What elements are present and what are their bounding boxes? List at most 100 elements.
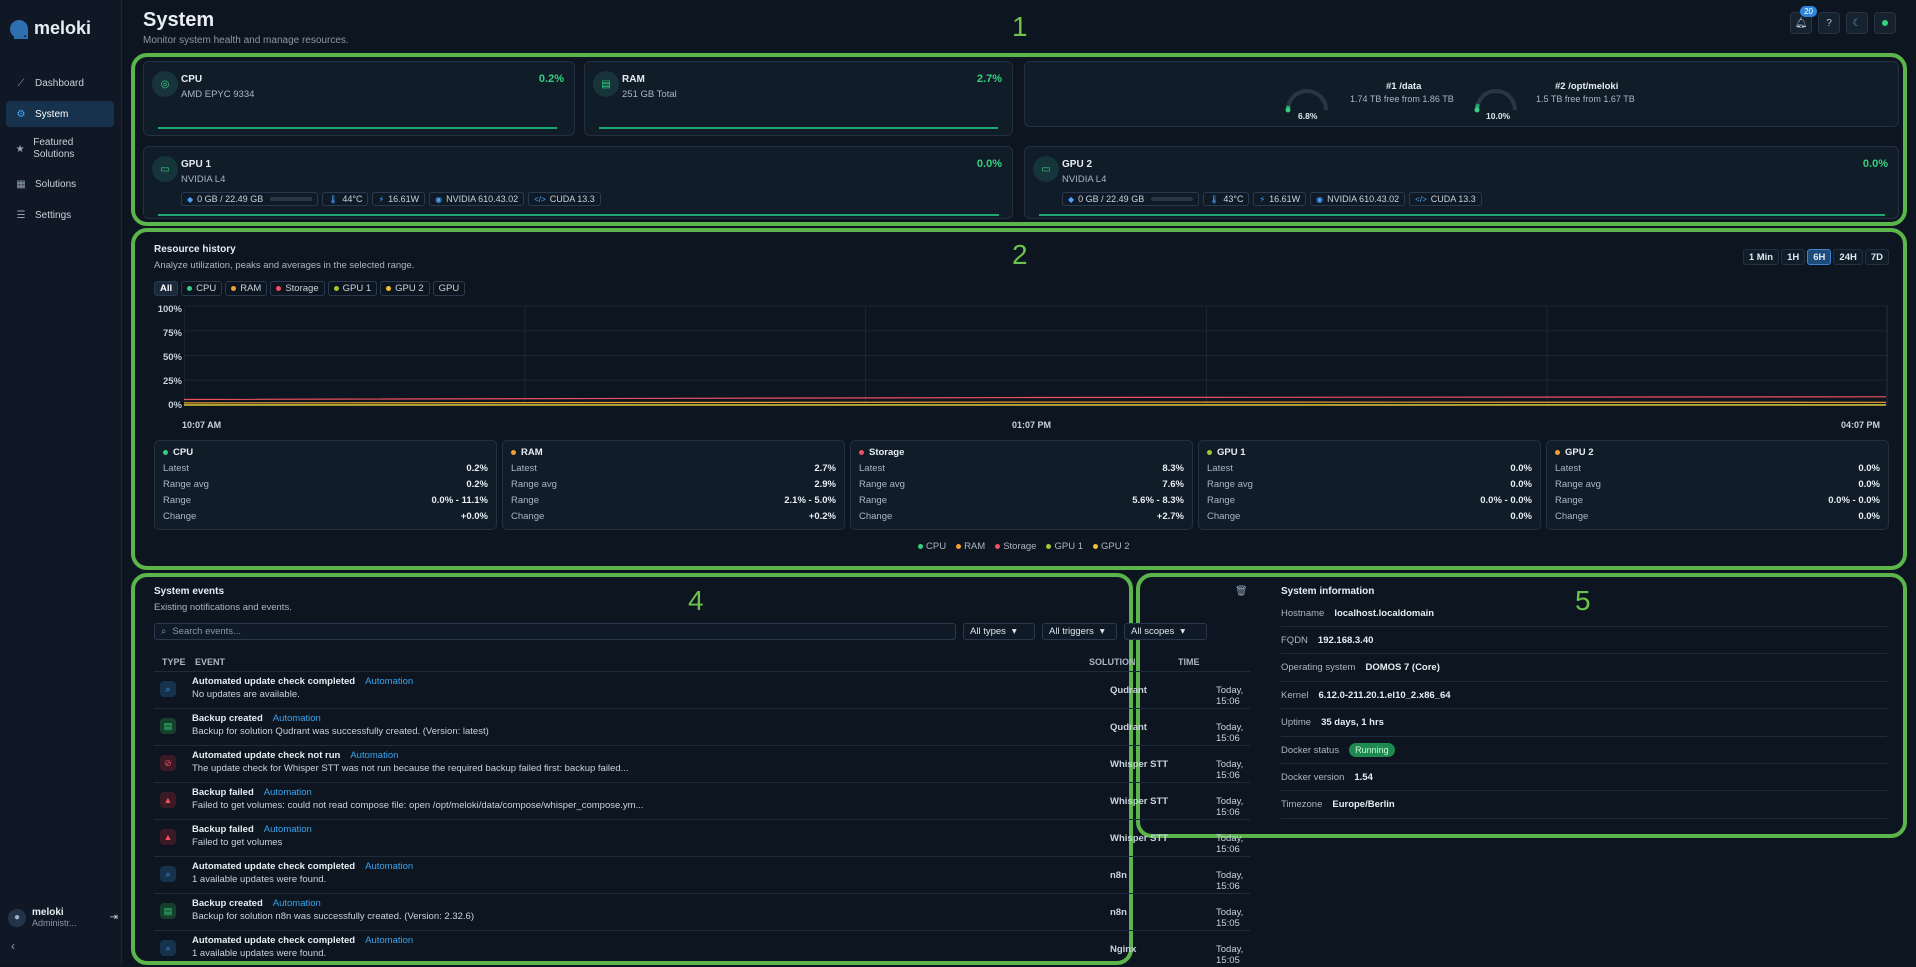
stat-value: 5.6% - 8.3% (1132, 495, 1184, 506)
event-tag[interactable]: Automation (273, 713, 321, 724)
event-title: Backup created Automation (192, 898, 321, 909)
sidebar-item-system[interactable]: ⚙ System (6, 101, 114, 127)
event-row[interactable]: ▲ Backup failed Automation Failed to get … (154, 782, 1250, 819)
event-title-text: Automated update check not run (192, 750, 341, 761)
range-1min-button[interactable]: 1 Min (1742, 249, 1780, 265)
bell-icon: 🔔︎ (1794, 17, 1808, 29)
trigger-filter-dropdown[interactable]: All triggers ▾ (1042, 623, 1117, 640)
gpu2-details: ◆ 0 GB / 22.49 GB 🌡︎ 43°C ⚡︎ 16.61W ◉ NVIDIA… (1062, 192, 1486, 206)
event-tag[interactable]: Automation (365, 676, 413, 687)
notifications-button[interactable]: 🔔︎ 20 (1790, 6, 1817, 34)
help-button[interactable]: ? (1818, 12, 1840, 34)
gpu2-card: ▭ GPU 2 NVIDIA L4 0.0% ◆ 0 GB / 22.49 GB … (1024, 146, 1899, 219)
region-number: 4 (688, 585, 704, 616)
thermometer-icon: 🌡︎ (328, 194, 339, 204)
event-row[interactable]: ⌕ Automated update check completed Automa… (154, 930, 1250, 967)
sidebar-item-dashboard[interactable]: ⟋ Dashboard (6, 70, 114, 96)
monitor-icon: ▭ (152, 156, 178, 182)
filter-gpu[interactable]: GPU (432, 281, 466, 296)
event-solution: n8n (1110, 907, 1127, 918)
range-24h-button[interactable]: 24H (1833, 249, 1863, 265)
stat-value: 0.0% (1510, 463, 1532, 474)
stat-title: GPU 1 (1207, 447, 1246, 458)
sidebar-item-label: Solutions (35, 178, 77, 190)
trash-icon[interactable]: 🗑︎ (1235, 586, 1248, 597)
octopus-logo-icon (10, 19, 28, 39)
status-button[interactable] (1874, 12, 1896, 34)
stat-card-cpu: CPU Latest 0.2% Range avg 0.2% Range 0.0% - 11… (154, 440, 497, 530)
stat-name: Storage (869, 447, 905, 458)
series-dot-icon (511, 450, 516, 455)
logout-icon[interactable]: ⇥ (110, 912, 118, 923)
stat-row: Range 0.0% - 0.0% (1555, 495, 1880, 506)
storage-gauge-1 (1285, 89, 1328, 113)
filter-storage[interactable]: Storage (270, 281, 325, 296)
scope-filter-dropdown[interactable]: All scopes ▾ (1124, 623, 1207, 640)
collapse-sidebar-icon[interactable]: ‹ (11, 939, 15, 953)
user-role: Administr... (32, 918, 77, 928)
stat-label: Change (163, 511, 197, 522)
event-description: Failed to get volumes (192, 837, 283, 848)
sidebar-item-solutions[interactable]: ▦ Solutions (6, 171, 114, 197)
stat-value: 0.0% (1858, 479, 1880, 490)
event-row[interactable]: ⊘ Automated update check not run Automati… (154, 745, 1250, 782)
search-input[interactable]: ⌕ Search events... (154, 623, 956, 640)
stat-name: CPU (173, 447, 194, 458)
gpu2-temperature: 🌡︎ 43°C (1203, 192, 1250, 206)
gpu1-power: ⚡︎ 16.61W (372, 192, 426, 206)
stat-value: 0.0% (1858, 463, 1880, 474)
range-6h-button[interactable]: 6H (1807, 249, 1832, 265)
event-tag[interactable]: Automation (350, 750, 398, 761)
event-solution: Qudrant (1110, 685, 1147, 696)
legend-gpu1: GPU 1 (1046, 541, 1083, 552)
event-row[interactable]: ▲ Backup failed Automation Failed to get … (154, 819, 1250, 856)
theme-toggle-button[interactable]: ☾ (1846, 12, 1868, 34)
event-row[interactable]: ⌕ Automated update check completed Automa… (154, 671, 1250, 708)
stat-row: Latest 0.2% (163, 463, 488, 474)
main-content: System Monitor system health and manage … (122, 0, 1916, 967)
event-row[interactable]: ▤ Backup created Automation Backup for so… (154, 893, 1250, 930)
moon-icon: ☾ (1852, 17, 1862, 29)
stat-row: Range 5.6% - 8.3% (859, 495, 1184, 506)
type-filter-dropdown[interactable]: All types ▾ (963, 623, 1035, 640)
app-logo[interactable]: meloki (10, 18, 91, 39)
event-time: Today, 15:06 (1216, 833, 1244, 855)
stat-row: Range avg 0.0% (1555, 479, 1880, 490)
event-tag[interactable]: Automation (264, 824, 312, 835)
event-tag[interactable]: Automation (365, 861, 413, 872)
gpu2-cuda: </> CUDA 13.3 (1409, 192, 1482, 206)
event-tag[interactable]: Automation (273, 898, 321, 909)
sidebar-item-featured-solutions[interactable]: ★ Featured Solutions (6, 132, 114, 166)
sysinfo-value: 1.54 (1354, 771, 1373, 783)
stat-label: Change (1555, 511, 1589, 522)
filter-gpu2[interactable]: GPU 2 (380, 281, 430, 296)
range-7d-button[interactable]: 7D (1864, 249, 1889, 265)
event-row[interactable]: ▤ Backup created Automation Backup for so… (154, 708, 1250, 745)
filter-all[interactable]: All (154, 281, 179, 296)
storage-2-free: 1.5 TB free from 1.67 TB (1536, 94, 1635, 104)
event-row[interactable]: ⌕ Automated update check completed Automa… (154, 856, 1250, 893)
filter-cpu[interactable]: CPU (181, 281, 223, 296)
gpu2-dot-icon (386, 286, 392, 291)
event-tag[interactable]: Automation (264, 787, 312, 798)
gpu2-temp-text: 43°C (1223, 194, 1244, 204)
range-selector: 1 Min 1H 6H 24H 7D (1742, 249, 1889, 265)
memory-icon: ▤ (593, 71, 619, 97)
code-icon: </> (534, 194, 546, 204)
sidebar-item-settings[interactable]: ☰ Settings (6, 202, 114, 228)
chart-line-icon: ⟋ (17, 77, 25, 89)
storage-1-percent: 6.8% (1298, 111, 1318, 121)
sidebar-item-label: System (35, 108, 69, 120)
sysinfo-row-uptime: Uptime 35 days, 1 hrs (1281, 710, 1887, 737)
user-menu[interactable]: ● meloki Administr... ⇥ (8, 907, 118, 928)
stat-name: GPU 1 (1217, 447, 1246, 458)
event-tag[interactable]: Automation (365, 935, 413, 946)
gpu1-dot-icon (333, 286, 339, 291)
filter-ram[interactable]: RAM (225, 281, 268, 296)
range-1h-button[interactable]: 1H (1781, 249, 1806, 265)
event-title: Backup failed Automation (192, 824, 312, 835)
filter-gpu1[interactable]: GPU 1 (327, 281, 378, 296)
stat-row: Range avg 7.6% (859, 479, 1184, 490)
chip-icon: ◉ (1316, 194, 1324, 204)
resource-history-chart[interactable] (184, 302, 1888, 415)
